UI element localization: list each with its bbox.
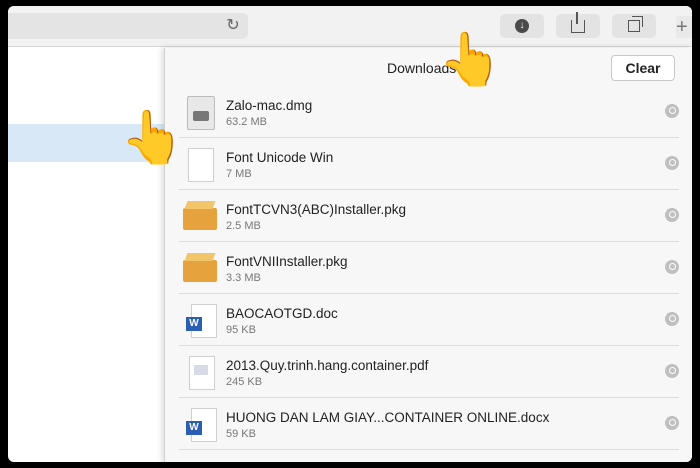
tabs-icon xyxy=(628,16,643,32)
file-name: Zalo-mac.dmg xyxy=(226,98,313,113)
file-name: FontVNIInstaller.pkg xyxy=(226,254,348,269)
list-item[interactable]: FontTCVN3(ABC)Installer.pkg 2.5 MB xyxy=(165,190,692,242)
word-doc-icon: W xyxy=(183,302,217,338)
list-item[interactable]: W HUONG DAN LAM GIAY...CONTAINER ONLINE.… xyxy=(165,398,692,450)
reveal-in-finder-icon[interactable] xyxy=(665,104,679,118)
reveal-in-finder-icon[interactable] xyxy=(665,416,679,430)
list-item[interactable]: FontVNIInstaller.pkg 3.3 MB xyxy=(165,242,692,294)
pdf-icon xyxy=(183,354,217,390)
file-name: FontTCVN3(ABC)Installer.pkg xyxy=(226,202,407,217)
share-icon xyxy=(571,11,585,33)
package-icon xyxy=(183,198,217,234)
file-size: 2.5 MB xyxy=(226,220,261,232)
list-item[interactable]: W BAOCAOTGD.doc 95 KB xyxy=(165,294,692,346)
package-icon xyxy=(183,250,217,286)
pointing-hand-icon: 👆 xyxy=(120,109,185,167)
pointing-hand-icon: 👆 xyxy=(438,31,503,89)
browser-window: ↻ ↓ + Downloads Clear Zalo-mac.dmg 63.2 … xyxy=(8,6,692,462)
reveal-in-finder-icon[interactable] xyxy=(665,156,679,170)
reload-icon[interactable]: ↻ xyxy=(224,17,242,35)
file-size: 3.3 MB xyxy=(226,272,261,284)
file-size: 7 MB xyxy=(226,168,252,180)
disk-image-icon xyxy=(183,94,217,130)
word-doc-icon: W xyxy=(183,406,217,442)
downloads-list: Zalo-mac.dmg 63.2 MB Font Unicode Win 7 … xyxy=(165,86,692,450)
list-item[interactable]: Font Unicode Win 7 MB xyxy=(165,138,692,190)
downloads-popover: Downloads Clear Zalo-mac.dmg 63.2 MB Fon… xyxy=(164,48,692,462)
download-arrow-icon: ↓ xyxy=(515,19,529,33)
share-button[interactable] xyxy=(556,11,600,38)
file-size: 59 KB xyxy=(226,428,256,440)
browser-toolbar: ↻ ↓ + xyxy=(8,6,692,47)
reveal-in-finder-icon[interactable] xyxy=(665,364,679,378)
tabs-button[interactable] xyxy=(612,14,656,38)
list-item[interactable]: Zalo-mac.dmg 63.2 MB xyxy=(165,86,692,138)
file-size: 95 KB xyxy=(226,324,256,336)
reveal-in-finder-icon[interactable] xyxy=(665,260,679,274)
document-icon xyxy=(183,146,217,182)
reveal-in-finder-icon[interactable] xyxy=(665,312,679,326)
address-bar[interactable] xyxy=(8,13,248,39)
file-size: 63.2 MB xyxy=(226,116,267,128)
downloads-button[interactable]: ↓ xyxy=(500,14,544,38)
new-tab-button[interactable]: + xyxy=(676,16,692,38)
file-name: Font Unicode Win xyxy=(226,150,334,165)
file-name: BAOCAOTGD.doc xyxy=(226,306,338,321)
reveal-in-finder-icon[interactable] xyxy=(665,208,679,222)
clear-button[interactable]: Clear xyxy=(611,55,675,81)
file-name: HUONG DAN LAM GIAY...CONTAINER ONLINE.do… xyxy=(226,410,550,425)
list-item[interactable]: 2013.Quy.trinh.hang.container.pdf 245 KB xyxy=(165,346,692,398)
file-size: 245 KB xyxy=(226,376,263,388)
file-name: 2013.Quy.trinh.hang.container.pdf xyxy=(226,358,429,373)
